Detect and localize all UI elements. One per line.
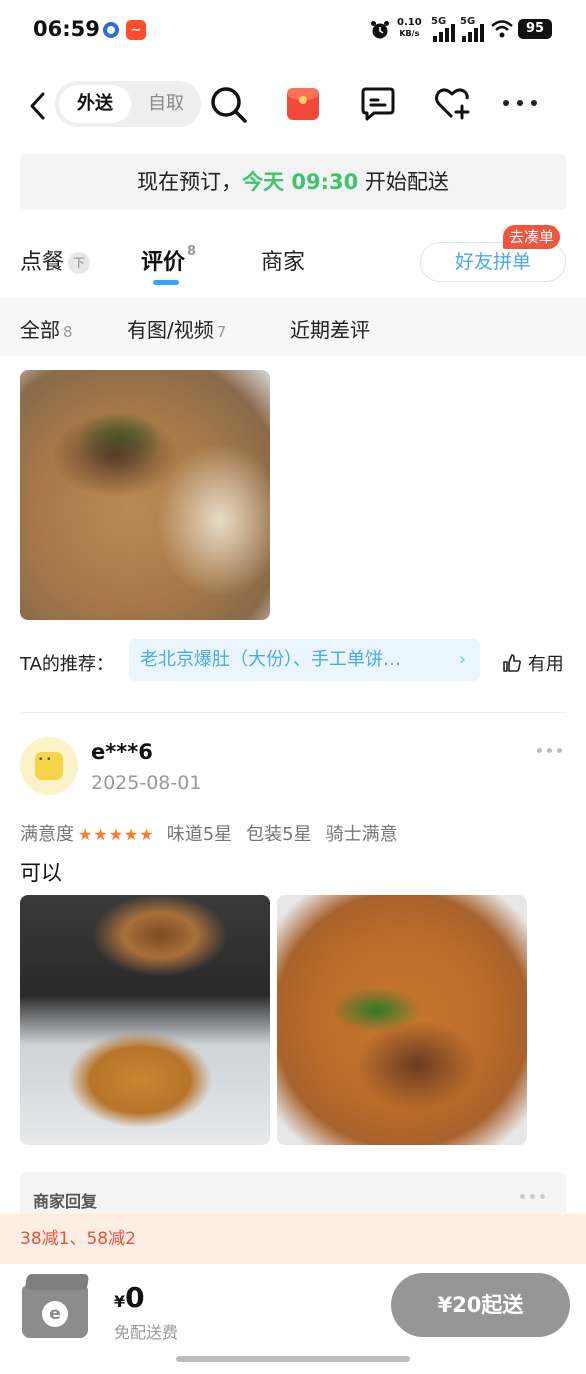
filter-recent-negative[interactable]: 近期差评 bbox=[290, 314, 370, 343]
reply-more-icon[interactable] bbox=[520, 1194, 546, 1200]
delivery-mode-switch: 外送 自取 bbox=[55, 81, 201, 127]
preorder-banner: 现在预订，今天 09:30 开始配送 bbox=[20, 154, 566, 210]
back-arrow-icon[interactable] bbox=[26, 90, 50, 122]
store-tabs: 点餐下 评价 8 商家 好友拼单 去凑单 bbox=[0, 225, 586, 292]
review-filters: 全部 8 有图/视频 7 近期差评 bbox=[0, 298, 586, 356]
useful-button[interactable]: 有用 bbox=[502, 650, 564, 676]
useful-label: 有用 bbox=[527, 654, 564, 675]
review-photo[interactable] bbox=[20, 370, 270, 620]
tab-reviews[interactable]: 评价 8 bbox=[141, 244, 196, 276]
chevron-right-icon: › bbox=[458, 649, 466, 670]
top-nav: 外送 自取 bbox=[0, 78, 586, 134]
banner-delivery-time: 今天 09:30 bbox=[242, 170, 359, 194]
battery-indicator: 95 bbox=[518, 19, 552, 39]
avatar[interactable] bbox=[20, 737, 78, 795]
satisfaction-label: 满意度 bbox=[20, 824, 74, 845]
packaging-rating: 包装5星 bbox=[246, 824, 312, 845]
signal-5g-icon: 5G bbox=[460, 16, 488, 42]
review-photo[interactable] bbox=[20, 895, 270, 1145]
banner-suffix: 开始配送 bbox=[364, 170, 449, 194]
notification-app-icon: ~ bbox=[126, 20, 146, 40]
group-order-tag: 去凑单 bbox=[503, 225, 561, 249]
pin-top-icon: 下 bbox=[68, 252, 91, 274]
tab-merchant-label: 商家 bbox=[261, 250, 306, 275]
review-more-icon[interactable] bbox=[537, 748, 563, 754]
review-photo[interactable] bbox=[277, 895, 527, 1145]
more-options-icon[interactable] bbox=[503, 100, 539, 108]
browser-app-icon bbox=[103, 22, 119, 38]
recommended-items-link[interactable]: 老北京爆肚（大份）、手工单饼… › bbox=[129, 639, 480, 681]
review-rating: 满意度 ★★★★★ 味道5星 包装5星 骑士满意 bbox=[20, 820, 398, 846]
home-indicator[interactable] bbox=[176, 1356, 410, 1362]
active-tab-indicator bbox=[153, 280, 179, 285]
signal-5g-icon: 5G bbox=[431, 16, 459, 42]
delivery-fee-note: 免配送费 bbox=[114, 1323, 179, 1342]
mode-delivery-button[interactable]: 外送 bbox=[59, 85, 131, 123]
search-icon[interactable] bbox=[208, 84, 248, 124]
mode-pickup-button[interactable]: 自取 bbox=[135, 85, 197, 123]
review-divider bbox=[20, 712, 566, 713]
thumbs-up-icon bbox=[503, 654, 521, 672]
tab-merchant[interactable]: 商家 bbox=[261, 244, 305, 276]
message-icon[interactable] bbox=[358, 84, 398, 124]
min-order-button[interactable]: ¥20起送 bbox=[391, 1273, 570, 1337]
red-packet-icon[interactable] bbox=[287, 88, 319, 120]
discount-promo-bar: 38减1、58减2 bbox=[0, 1214, 586, 1264]
tab-order-label: 点餐 bbox=[20, 250, 65, 275]
review-date: 2025-08-01 bbox=[91, 772, 202, 794]
star-rating-icon: ★★★★★ bbox=[78, 825, 155, 844]
filter-with-media[interactable]: 有图/视频 7 bbox=[127, 314, 226, 343]
taste-rating: 味道5星 bbox=[166, 824, 233, 845]
wifi-icon bbox=[491, 20, 513, 38]
status-bar: 06:59 ~ 0.10 KB/s 5G 5G 95 bbox=[0, 0, 586, 62]
review-content: 可以 bbox=[20, 861, 62, 885]
merchant-reply-title: 商家回复 bbox=[33, 1192, 98, 1211]
tab-reviews-count: 8 bbox=[187, 244, 197, 259]
rider-rating: 骑士满意 bbox=[325, 824, 398, 845]
tab-order[interactable]: 点餐下 bbox=[20, 244, 91, 276]
status-time: 06:59 bbox=[33, 17, 100, 41]
cart-icon[interactable]: e bbox=[22, 1274, 90, 1338]
cart-bar: e ¥0 免配送费 ¥20起送 bbox=[0, 1264, 586, 1374]
cart-total: ¥0 bbox=[114, 1281, 145, 1314]
alarm-icon bbox=[371, 21, 389, 39]
recommended-items-text: 老北京爆肚（大份）、手工单饼… bbox=[140, 649, 401, 670]
favorite-add-icon[interactable] bbox=[432, 84, 472, 124]
review-username: e***6 bbox=[91, 740, 153, 764]
network-speed: 0.10 KB/s bbox=[397, 17, 422, 38]
filter-all[interactable]: 全部 8 bbox=[20, 314, 73, 343]
tab-reviews-label: 评价 bbox=[141, 250, 186, 275]
banner-prefix: 现在预订， bbox=[137, 170, 243, 194]
recommend-label: TA的推荐： bbox=[20, 654, 114, 675]
